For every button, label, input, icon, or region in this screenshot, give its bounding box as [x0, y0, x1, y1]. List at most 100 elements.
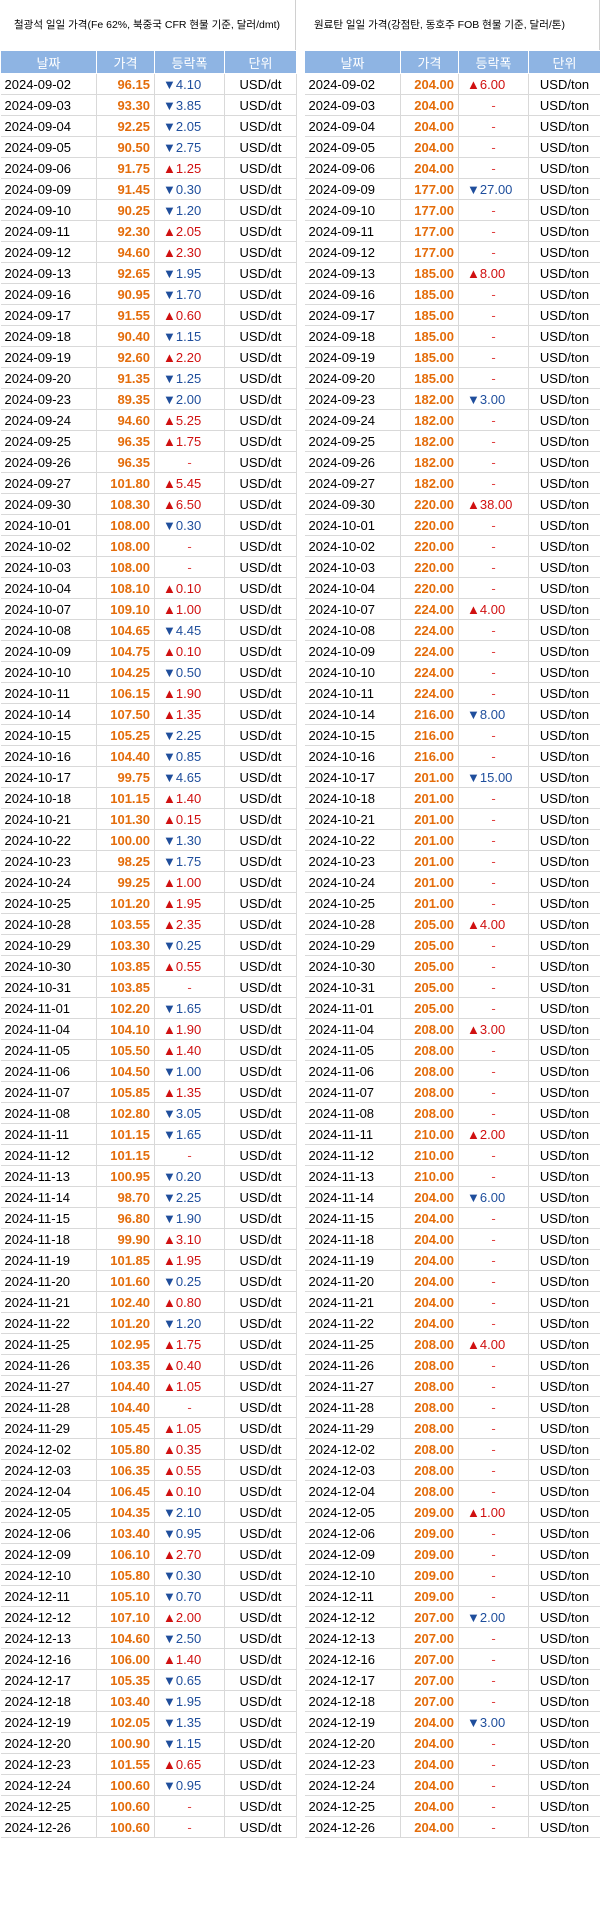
row-unit: USD/dt — [224, 178, 297, 200]
row-unit: USD/ton — [528, 598, 600, 620]
row-unit: USD/ton — [528, 682, 600, 704]
row-price: 216.00 — [400, 724, 459, 746]
row-price: 104.35 — [96, 1501, 155, 1523]
row-unit: USD/ton — [528, 1270, 600, 1292]
row-price: 91.75 — [96, 157, 155, 179]
row-unit: USD/ton — [528, 1207, 600, 1229]
row-change: - — [458, 1459, 529, 1481]
table-row: 2024-11-14 204.00 ▼6.00 USD/ton — [304, 1186, 600, 1208]
row-price: 208.00 — [400, 1354, 459, 1376]
row-date: 2024-10-04 — [304, 577, 401, 599]
row-change: - — [458, 1396, 529, 1418]
row-date: 2024-09-26 — [0, 451, 97, 473]
row-price: 104.40 — [96, 745, 155, 767]
row-change: - — [458, 451, 529, 473]
table-row: 2024-12-03 106.35 ▲0.55 USD/dt — [0, 1459, 297, 1481]
row-unit: USD/ton — [528, 1354, 600, 1376]
row-change: - — [458, 1543, 529, 1565]
row-unit: USD/ton — [528, 577, 600, 599]
table-row: 2024-11-08 208.00- USD/ton — [304, 1102, 600, 1124]
row-date: 2024-11-20 — [304, 1270, 401, 1292]
row-unit: USD/ton — [528, 913, 600, 935]
table-row: 2024-10-18 201.00- USD/ton — [304, 787, 600, 809]
row-change: ▲1.75 — [154, 1333, 225, 1355]
row-change: - — [458, 934, 529, 956]
table-row: 2024-11-21 102.40 ▲0.80 USD/dt — [0, 1291, 297, 1313]
row-date: 2024-11-25 — [304, 1333, 401, 1355]
row-date: 2024-11-15 — [304, 1207, 401, 1229]
row-price: 182.00 — [400, 388, 459, 410]
row-price: 106.15 — [96, 682, 155, 704]
table-row: 2024-10-25 201.00- USD/ton — [304, 892, 600, 914]
header-change: 등락폭 — [458, 50, 529, 74]
row-date: 2024-12-05 — [0, 1501, 97, 1523]
row-price: 98.25 — [96, 850, 155, 872]
table-row: 2024-12-02 105.80 ▲0.35 USD/dt — [0, 1438, 297, 1460]
row-unit: USD/ton — [528, 1375, 600, 1397]
row-unit: USD/dt — [224, 1207, 297, 1229]
row-unit: USD/dt — [224, 1690, 297, 1712]
row-unit: USD/dt — [224, 682, 297, 704]
row-price: 104.10 — [96, 1018, 155, 1040]
row-change: - — [458, 199, 529, 221]
row-date: 2024-11-01 — [304, 997, 401, 1019]
row-date: 2024-09-06 — [304, 157, 401, 179]
row-date: 2024-10-14 — [0, 703, 97, 725]
row-date: 2024-09-03 — [304, 94, 401, 116]
table-row: 2024-09-27 101.80 ▲5.45 USD/dt — [0, 472, 297, 494]
row-unit: USD/ton — [528, 1291, 600, 1313]
row-price: 204.00 — [400, 1228, 459, 1250]
row-date: 2024-12-13 — [304, 1627, 401, 1649]
table-row: 2024-10-29 205.00- USD/ton — [304, 934, 600, 956]
row-date: 2024-12-02 — [304, 1438, 401, 1460]
row-date: 2024-09-04 — [0, 115, 97, 137]
row-date: 2024-11-14 — [304, 1186, 401, 1208]
row-unit: USD/ton — [528, 1165, 600, 1187]
row-change: ▼3.85 — [154, 94, 225, 116]
row-price: 204.00 — [400, 115, 459, 137]
table-row: 2024-12-04 208.00- USD/ton — [304, 1480, 600, 1502]
row-unit: USD/dt — [224, 745, 297, 767]
row-price: 101.15 — [96, 1123, 155, 1145]
table-row: 2024-11-28 208.00- USD/ton — [304, 1396, 600, 1418]
row-change: ▼1.95 — [154, 1690, 225, 1712]
table-row: 2024-10-01 108.00 ▼0.30 USD/dt — [0, 514, 297, 536]
row-unit: USD/dt — [224, 724, 297, 746]
row-price: 208.00 — [400, 1039, 459, 1061]
row-change: - — [458, 1774, 529, 1796]
coking-coal-title: 원료탄 일일 가격(강점탄, 동호주 FOB 현물 기준, 달러/톤) — [304, 0, 600, 50]
row-date: 2024-10-15 — [0, 724, 97, 746]
row-change: - — [154, 556, 225, 578]
row-unit: USD/dt — [224, 1648, 297, 1670]
row-price: 216.00 — [400, 745, 459, 767]
row-unit: USD/dt — [224, 1417, 297, 1439]
row-change: ▲1.40 — [154, 787, 225, 809]
row-unit: USD/ton — [528, 1648, 600, 1670]
table-row: 2024-12-20 204.00- USD/ton — [304, 1732, 600, 1754]
row-unit: USD/dt — [224, 808, 297, 830]
row-change: ▼2.25 — [154, 724, 225, 746]
row-change: ▲1.40 — [154, 1039, 225, 1061]
row-price: 177.00 — [400, 220, 459, 242]
row-change: - — [458, 1753, 529, 1775]
row-price: 100.60 — [96, 1795, 155, 1817]
table-row: 2024-10-14 216.00 ▼8.00 USD/ton — [304, 703, 600, 725]
table-row: 2024-09-25 96.35 ▲1.75 USD/dt — [0, 430, 297, 452]
row-unit: USD/ton — [528, 850, 600, 872]
row-change: - — [458, 1060, 529, 1082]
row-unit: USD/ton — [528, 892, 600, 914]
row-change: ▲0.15 — [154, 808, 225, 830]
table-row: 2024-11-12 101.15- USD/dt — [0, 1144, 297, 1166]
row-change: - — [458, 1165, 529, 1187]
row-change: ▲0.65 — [154, 1753, 225, 1775]
table-row: 2024-09-27 182.00- USD/ton — [304, 472, 600, 494]
row-price: 108.10 — [96, 577, 155, 599]
row-unit: USD/ton — [528, 997, 600, 1019]
row-change: ▼0.25 — [154, 1270, 225, 1292]
row-change: ▲1.25 — [154, 157, 225, 179]
row-unit: USD/dt — [224, 1039, 297, 1061]
row-price: 105.45 — [96, 1417, 155, 1439]
row-change: - — [458, 535, 529, 557]
row-unit: USD/ton — [528, 829, 600, 851]
row-date: 2024-11-26 — [304, 1354, 401, 1376]
